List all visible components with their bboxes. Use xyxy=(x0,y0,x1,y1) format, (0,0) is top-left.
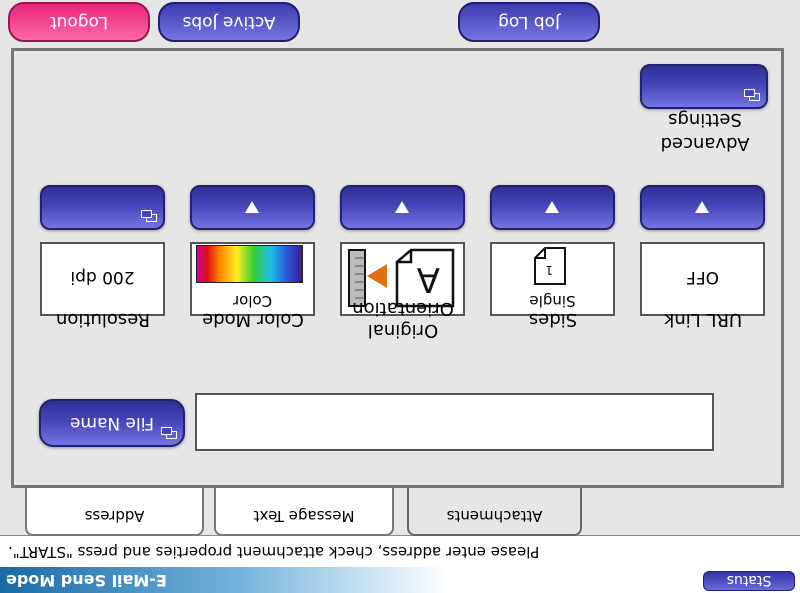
file-name-button-label: File Name xyxy=(70,413,155,433)
color-mode-value-box: Color xyxy=(190,242,315,316)
logout-button[interactable]: Logout xyxy=(8,2,150,42)
tab-address[interactable]: Address xyxy=(25,488,204,536)
color-mode-value: Color xyxy=(232,292,273,310)
svg-text:1: 1 xyxy=(545,263,553,277)
resolution-value-box: 200 dpi xyxy=(40,242,165,316)
dropdown-arrow-icon xyxy=(245,201,260,214)
tab-label: Attachments xyxy=(446,507,543,525)
status-button[interactable]: Status xyxy=(703,571,795,591)
mode-title: E-Mail Send Mode xyxy=(6,571,167,590)
url-link-button[interactable] xyxy=(640,185,765,230)
dropdown-arrow-icon xyxy=(695,201,710,214)
resolution-label: Resolution xyxy=(55,309,151,330)
sides-value-box: Single 1 xyxy=(490,242,615,316)
active-jobs-label: Active Jobs xyxy=(182,12,276,32)
resolution-button[interactable] xyxy=(40,185,165,230)
active-jobs-button[interactable]: Active Jobs xyxy=(158,2,300,42)
job-log-label: Job Log xyxy=(498,12,560,32)
single-page-icon: 1 xyxy=(534,247,566,285)
sides-button[interactable] xyxy=(490,185,615,230)
color-mode-button[interactable] xyxy=(190,185,315,230)
file-name-button[interactable]: File Name xyxy=(39,399,185,447)
dropdown-arrow-icon xyxy=(545,201,560,214)
color-spectrum-icon xyxy=(196,245,303,283)
logout-label: Logout xyxy=(49,12,109,32)
url-link-value-box: OFF xyxy=(640,242,765,316)
dropdown-arrow-icon xyxy=(395,201,410,214)
instruction-text: Please enter address, check attachment p… xyxy=(8,543,540,561)
tab-label: Address xyxy=(84,507,145,525)
status-bar: Status E-Mail Send Mode xyxy=(0,567,800,593)
tab-attachments[interactable]: Attachments xyxy=(407,488,582,536)
svg-text:A: A xyxy=(417,259,440,299)
orientation-button[interactable] xyxy=(340,185,465,230)
advanced-settings-label: Advanced Settings xyxy=(660,109,750,154)
url-link-label: URL Link xyxy=(663,309,743,330)
popup-window-icon xyxy=(141,210,157,222)
color-mode-label: Color Mode xyxy=(202,309,304,330)
tab-message-text[interactable]: Message Text xyxy=(214,488,394,536)
screen: Status E-Mail Send Mode Please enter add… xyxy=(0,0,800,593)
file-name-field[interactable] xyxy=(195,393,714,451)
job-log-button[interactable]: Job Log xyxy=(458,2,600,42)
advanced-settings-button[interactable] xyxy=(640,64,768,109)
popup-window-icon xyxy=(744,89,760,101)
resolution-value: 200 dpi xyxy=(70,267,135,287)
sides-value: Single xyxy=(529,292,576,310)
instruction-bar: Please enter address, check attachment p… xyxy=(0,535,800,567)
url-link-value: OFF xyxy=(686,267,719,287)
sides-label: Sides xyxy=(528,309,578,330)
tab-label: Message Text xyxy=(253,507,355,525)
orientation-label: Original Orientation xyxy=(352,298,454,341)
